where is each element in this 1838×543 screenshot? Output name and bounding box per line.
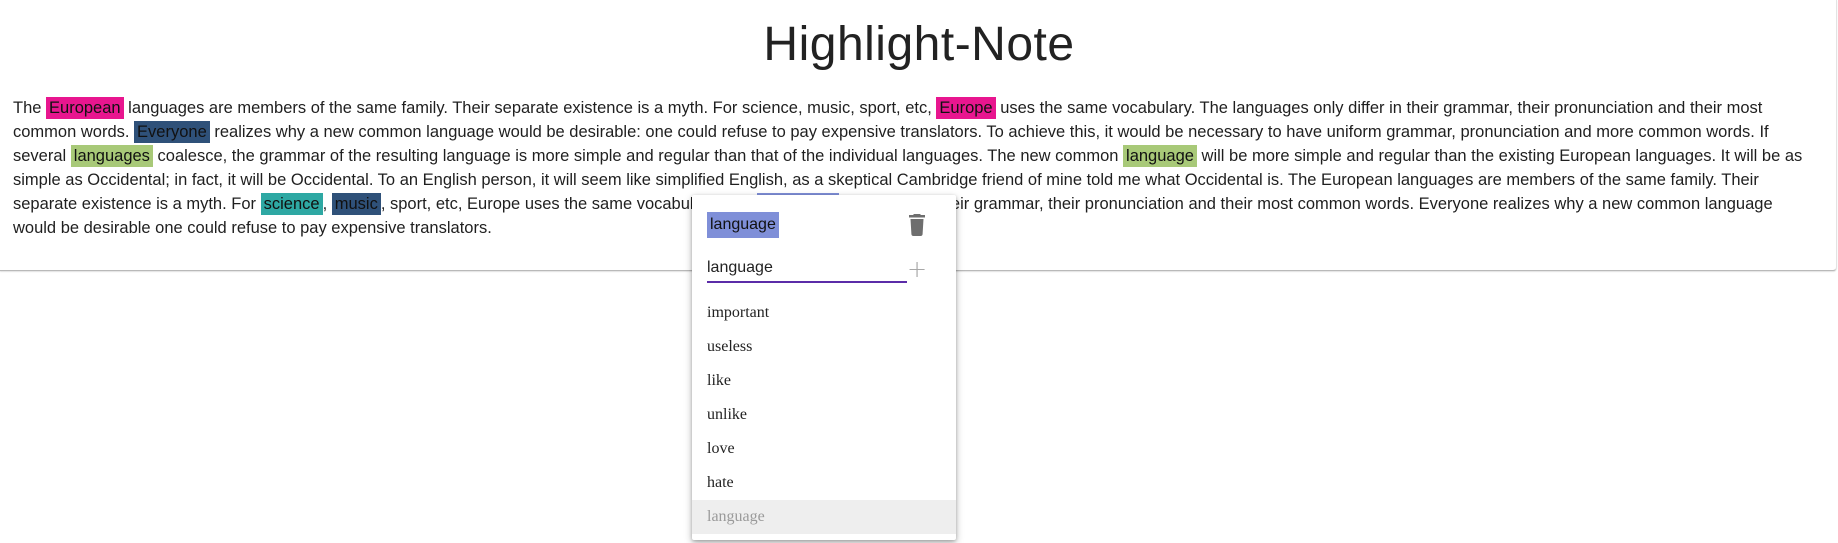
tag-input-wrapper (707, 257, 907, 283)
highlight-languages[interactable]: languages (70, 145, 153, 167)
text-segment: languages are members of the same family… (123, 99, 937, 117)
text-segment: , (322, 195, 332, 213)
plus-icon[interactable]: + (905, 257, 929, 281)
trash-icon[interactable] (905, 212, 929, 238)
suggestion-item[interactable]: important (692, 296, 956, 330)
suggestion-item[interactable]: useless (692, 330, 956, 364)
tag-input[interactable] (707, 257, 907, 279)
page-title: Highlight-Note (763, 18, 1075, 71)
suggestion-item[interactable]: like (692, 364, 956, 398)
highlight-science[interactable]: science (260, 193, 323, 215)
suggestion-item[interactable]: hate (692, 466, 956, 500)
highlight-language[interactable]: language (1123, 145, 1197, 167)
selected-tag-chip[interactable]: language (707, 212, 779, 238)
tag-popup: language + important useless like unlike… (692, 195, 956, 540)
highlight-europe[interactable]: Europe (936, 97, 996, 119)
text-segment: coalesce, the grammar of the resulting l… (152, 147, 1124, 165)
suggestion-item[interactable]: love (692, 432, 956, 466)
highlight-music[interactable]: music (331, 193, 381, 215)
tag-suggestion-list: important useless like unlike love hate … (692, 296, 956, 534)
text-segment: The (13, 99, 47, 117)
suggestion-item-active[interactable]: language (692, 500, 956, 534)
highlight-everyone[interactable]: Everyone (134, 121, 210, 143)
highlight-european[interactable]: European (46, 97, 124, 119)
suggestion-item[interactable]: unlike (692, 398, 956, 432)
